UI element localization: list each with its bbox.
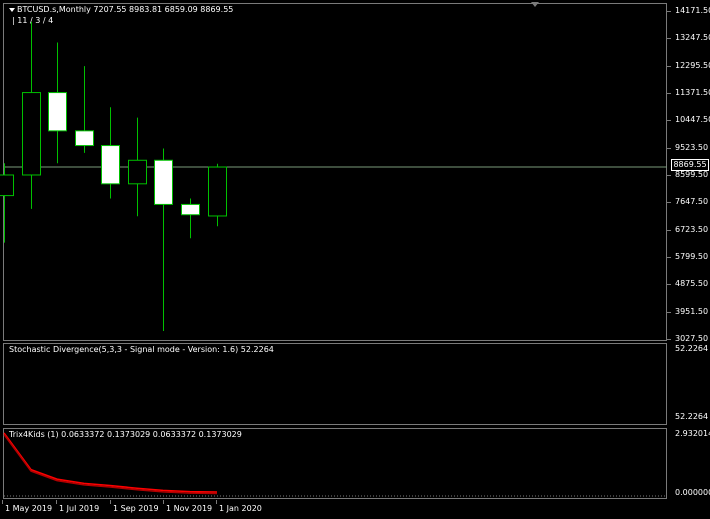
price-axis-tick [667,202,671,204]
price-axis-tick [667,11,671,12]
price-axis-tick [667,147,671,149]
time-axis-label: 1 Nov 2019 [166,504,213,513]
time-axis-tick [56,500,57,504]
price-axis-tick [667,257,671,258]
stoch-axis-top: 52.2264 [675,344,709,353]
price-axis-tick [667,38,671,40]
price-axis-label: 14171.50 [675,6,710,15]
price-axis-tick [667,284,671,286]
candle-body [0,174,14,197]
time-axis-tick [163,500,164,504]
price-axis-tick [667,93,671,94]
time-axis-label: 1 Sep 2019 [113,504,159,513]
candle [48,42,67,164]
candle [75,66,94,153]
trix-line [3,432,218,493]
candle [128,117,147,217]
candle [181,198,200,239]
candle [22,21,41,209]
time-axis-tick [216,500,217,504]
price-axis-tick [667,175,671,176]
candle-body [181,203,200,216]
price-axis-tick [667,120,671,122]
trix-line [3,434,218,495]
price-axis-label: 9523.50 [675,142,709,152]
price-axis-label: 11371.50 [675,88,710,97]
price-axis-label: 12295.50 [675,60,710,70]
candle-body [75,130,94,147]
time-axis-label: 1 Jul 2019 [59,504,100,513]
candle [0,163,14,243]
price-axis-label: 13247.50 [675,33,710,43]
candle [101,107,120,199]
trix-axis-top: 2.932014 [675,429,710,438]
price-axis-label: 8599.50 [675,170,709,179]
candle [154,148,173,331]
price-axis-tick [667,65,671,67]
price-axis[interactable]: 8869.55 52.2264 52.2264 2.932014 0.00000… [667,0,710,500]
trix-axis-bottom: 0.000000 [675,488,710,497]
price-axis-tick [667,339,671,340]
price-axis-label: 6723.50 [675,224,709,234]
price-axis-label: 10447.50 [675,115,710,125]
chart-plot-svg [0,21,667,497]
price-axis-label: 4875.50 [675,279,709,289]
candle-body [22,92,41,176]
candle-body [154,159,173,205]
candle [208,163,227,227]
time-axis-label: 1 Jan 2020 [219,504,262,513]
price-axis-tick [667,229,671,231]
price-axis-label: 7647.50 [675,197,709,207]
candle-body [128,159,147,185]
price-axis-tick [667,311,671,313]
price-axis-label: 5799.50 [675,252,709,261]
time-axis-label: 1 May 2019 [5,504,53,513]
price-axis-label: 3951.50 [675,306,709,316]
time-axis-tick [2,500,3,504]
price-axis-label: 3027.50 [675,334,709,343]
time-axis-tick [110,500,111,504]
time-axis[interactable]: 1 May 2019 1 Jul 2019 1 Sep 2019 1 Nov 2019… [0,500,710,519]
candle-body [101,145,120,185]
stoch-axis-bottom: 52.2264 [675,412,709,421]
candle-body [208,166,227,217]
candle-body [48,92,67,132]
